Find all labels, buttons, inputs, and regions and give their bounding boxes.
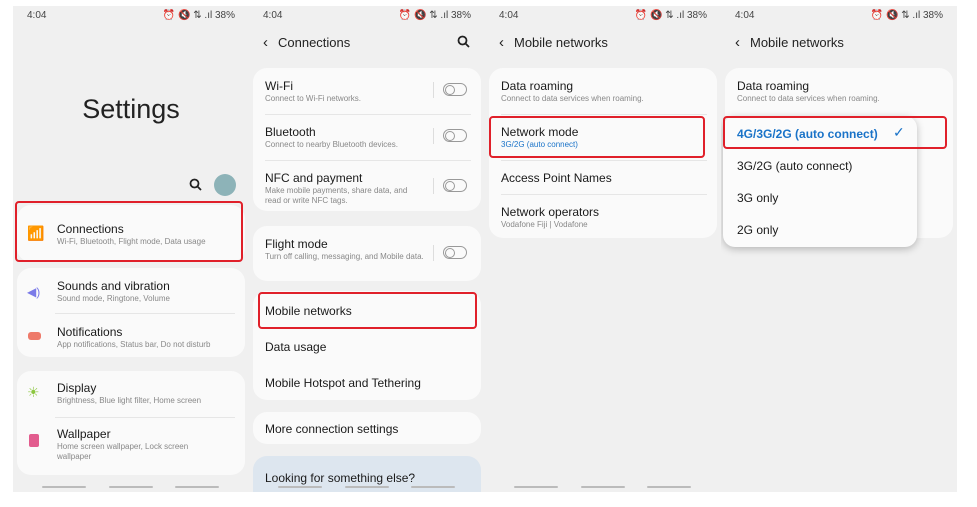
page-title: Connections: [278, 35, 351, 50]
nav-recent[interactable]: [42, 486, 86, 488]
sidebar-item-display[interactable]: Display: [57, 381, 96, 395]
battery-level: 38%: [922, 10, 943, 21]
wifi-item[interactable]: Wi-Fi: [265, 79, 293, 93]
page-title: Mobile networks: [750, 35, 844, 50]
card-sounds-notifications: ◀) Sounds and vibration Sound mode, Ring…: [17, 268, 245, 357]
data-usage-item[interactable]: Data usage: [265, 340, 326, 354]
item-sub: Connect to nearby Bluetooth devices.: [265, 140, 398, 149]
item-sub: Connect to Wi-Fi networks.: [265, 94, 362, 103]
divider: [55, 417, 235, 418]
item-sub: App notifications, Status bar, Do not di…: [57, 340, 211, 349]
network-operators-item[interactable]: Network operators: [501, 205, 599, 219]
more-connection-settings-item[interactable]: More connection settings: [265, 422, 398, 436]
notifications-icon: [28, 332, 41, 340]
bluetooth-item[interactable]: Bluetooth: [265, 125, 316, 139]
page-title: Settings: [82, 94, 180, 124]
option-3g-only[interactable]: 3G only: [737, 191, 778, 205]
item-sub: Turn off calling, messaging, and Mobile …: [265, 252, 424, 261]
battery-level: 38%: [686, 10, 707, 21]
bluetooth-toggle[interactable]: [443, 129, 467, 142]
settings-screen: 4:04 ⏰ 🔇 ⇅ .ıl 38% Settings 📶 Connections…: [13, 6, 249, 492]
sidebar-item-sounds[interactable]: Sounds and vibration: [57, 279, 170, 293]
looking-for-something-else: Looking for something else?: [265, 471, 416, 485]
status-icons: ⏰ 🔇 ⇅ .ıl: [398, 10, 451, 21]
mobile-networks-screen: 4:04 ⏰ 🔇 ⇅ .ıl 38% ‹ Mobile networks Data …: [485, 6, 721, 492]
display-brightness-icon: ☀: [27, 384, 40, 400]
status-time: 4:04: [263, 10, 283, 21]
page-title: Mobile networks: [514, 35, 608, 50]
highlight-box: [489, 116, 705, 158]
connections-screen: 4:04 ⏰ 🔇 ⇅ .ıl 38% ‹ Connections Wi-Fi Con…: [249, 6, 485, 492]
highlight-box: [15, 201, 243, 262]
status-bar: 4:04 ⏰ 🔇 ⇅ .ıl 38%: [27, 10, 235, 21]
data-roaming-item[interactable]: Data roaming: [737, 79, 809, 93]
item-sub: Make mobile payments, share data, and re…: [265, 186, 408, 205]
wallpaper-icon: [29, 434, 39, 447]
nfc-toggle[interactable]: [443, 179, 467, 192]
highlight-box: [723, 116, 947, 149]
wifi-toggle[interactable]: [443, 83, 467, 96]
battery-level: 38%: [450, 10, 471, 21]
nfc-item[interactable]: NFC and payment: [265, 171, 362, 185]
status-time: 4:04: [735, 10, 755, 21]
card-flight: Flight mode Turn off calling, messaging,…: [253, 226, 481, 281]
network-mode-dialog-screen: 4:04 ⏰ 🔇 ⇅ .ıl 38% ‹ Mobile networks Data …: [721, 6, 957, 492]
card-display-wallpaper: ☀ Display Brightness, Blue light filter,…: [17, 371, 245, 475]
back-arrow-icon[interactable]: ‹: [735, 34, 740, 51]
item-sub: Sound mode, Ringtone, Volume: [57, 294, 170, 303]
item-sub: Vodafone Fiji | Vodafone: [501, 220, 588, 229]
avatar[interactable]: [214, 174, 236, 196]
back-arrow-icon[interactable]: ‹: [499, 34, 504, 51]
sidebar-item-wallpaper[interactable]: Wallpaper: [57, 427, 111, 441]
option-3g-2g[interactable]: 3G/2G (auto connect): [737, 159, 852, 173]
battery-level: 38%: [214, 10, 235, 21]
sidebar-item-notifications[interactable]: Notifications: [57, 325, 122, 339]
item-sub: Home screen wallpaper, Lock screen wallp…: [57, 442, 189, 461]
highlight-box: [258, 292, 477, 329]
status-time: 4:04: [499, 10, 519, 21]
back-arrow-icon[interactable]: ‹: [263, 34, 268, 51]
search-icon[interactable]: [189, 178, 202, 191]
flight-mode-item[interactable]: Flight mode: [265, 237, 328, 251]
item-sub: Connect to data services when roaming.: [737, 94, 880, 103]
nav-home[interactable]: [109, 486, 153, 488]
data-roaming-item[interactable]: Data roaming: [501, 79, 573, 93]
status-time: 4:04: [27, 10, 47, 21]
search-icon[interactable]: [457, 35, 470, 48]
card-more: More connection settings: [253, 412, 481, 444]
nav-back[interactable]: [175, 486, 219, 488]
status-icons: ⏰ 🔇 ⇅ .ıl: [870, 10, 923, 21]
item-sub: Connect to data services when roaming.: [501, 94, 644, 103]
status-icons: ⏰ 🔇 ⇅ .ıl: [634, 10, 687, 21]
card-wireless: Wi-Fi Connect to Wi-Fi networks. Bluetoo…: [253, 68, 481, 211]
status-icons: ⏰ 🔇 ⇅ .ıl: [162, 10, 215, 21]
hotspot-item[interactable]: Mobile Hotspot and Tethering: [265, 376, 421, 390]
access-point-names-item[interactable]: Access Point Names: [501, 171, 612, 185]
option-2g-only[interactable]: 2G only: [737, 223, 778, 237]
divider: [55, 313, 235, 314]
item-sub: Brightness, Blue light filter, Home scre…: [57, 396, 202, 405]
flight-mode-toggle[interactable]: [443, 246, 467, 259]
volume-icon: ◀): [27, 285, 41, 299]
